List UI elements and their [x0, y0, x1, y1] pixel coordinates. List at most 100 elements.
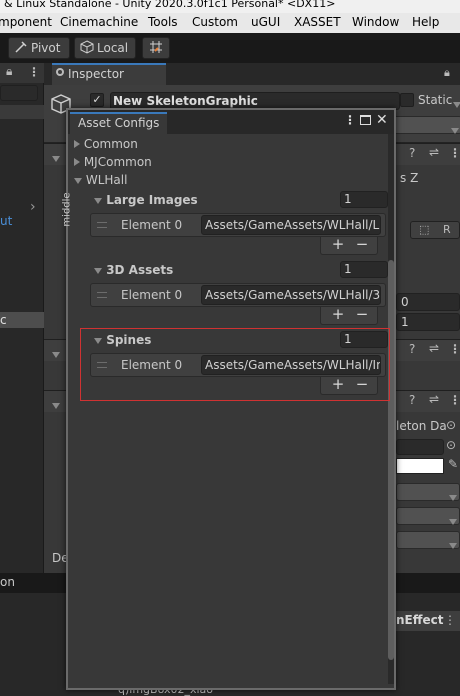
more-menu-icon[interactable]: ⋮ — [28, 65, 40, 79]
lock-icon[interactable]: 🔒︎ — [444, 66, 450, 80]
section-title: Large Images — [106, 193, 198, 207]
eyedropper-icon[interactable]: ✎ — [448, 457, 458, 471]
cube-icon — [80, 40, 94, 54]
add-element-button[interactable]: + — [327, 236, 349, 252]
layer-dropdown[interactable] — [392, 116, 460, 134]
path-field[interactable]: Assets/GameAssets/WLHall/3D — [201, 285, 381, 305]
local-button[interactable]: Local — [74, 37, 136, 59]
menu-help[interactable]: Help — [412, 15, 439, 29]
effect-label: nEffect — [396, 613, 444, 627]
hierarchy-panel: 🔒︎ ⋮ ut › c — [0, 63, 44, 573]
close-icon[interactable]: ✕ — [376, 112, 388, 128]
more-menu-icon[interactable]: ⋮ — [444, 613, 456, 627]
rect-buttons[interactable]: ⬚ R — [410, 221, 460, 239]
section-large-images[interactable]: Large Images — [94, 193, 198, 207]
tree-item-mjcommon[interactable]: MJCommon — [74, 155, 152, 169]
tree-item-label: WLHall — [85, 173, 128, 187]
element-label: Element 0 — [121, 288, 183, 302]
inspector-tab-bar: Inspector 🔒︎ — [44, 63, 460, 85]
menu-tools[interactable]: Tools — [148, 15, 178, 29]
active-checkbox[interactable]: ✓ — [90, 93, 104, 107]
menu-xasset[interactable]: XASSET — [294, 15, 341, 29]
add-component-row[interactable]: nEffect ⋮ — [392, 611, 460, 631]
hierarchy-item-label[interactable]: ut — [0, 214, 12, 228]
preset-icon[interactable]: ⇌ — [429, 145, 439, 159]
help-icon[interactable]: ? — [409, 146, 415, 160]
inspector-tab-label: Inspector — [68, 67, 124, 81]
skeleton-data-label: leton Da — [396, 419, 447, 433]
pivot-icon — [15, 41, 27, 53]
maximize-icon[interactable] — [360, 115, 371, 125]
array-size-field[interactable]: 1 — [340, 191, 388, 208]
remove-element-button[interactable]: − — [351, 236, 373, 252]
tab-asset-configs[interactable]: Asset Configs — [70, 112, 167, 134]
tree-item-label: Common — [83, 137, 138, 151]
more-menu-icon[interactable]: ⋮ — [449, 146, 460, 160]
list-element-row: Element 0 Assets/GameAssets/WLHall/3D — [90, 283, 386, 307]
highlight-box — [80, 328, 390, 401]
side-vertical-label: middle — [61, 192, 73, 227]
more-menu-icon[interactable]: ⋮ — [449, 342, 460, 356]
info-icon — [56, 68, 64, 76]
toolbar: Pivot Local — [0, 33, 460, 63]
field-value: 1 — [401, 315, 409, 329]
scrollbar-thumb[interactable] — [388, 260, 394, 660]
material-field[interactable] — [396, 439, 444, 455]
grid-snap-button[interactable] — [142, 37, 170, 59]
list-footer: + − — [320, 236, 378, 255]
chevron-right-icon[interactable]: › — [30, 199, 36, 215]
collapse-arrow-icon — [94, 268, 102, 274]
hierarchy-selected-label: c — [0, 313, 7, 327]
help-icon[interactable]: ? — [409, 342, 415, 356]
more-menu-icon[interactable]: ⋮ — [449, 393, 460, 407]
blueprint-icon[interactable]: ⬚ — [419, 223, 429, 236]
drag-handle-icon[interactable] — [97, 292, 107, 298]
object-picker-icon[interactable]: ⊙ — [446, 418, 456, 432]
menu-window[interactable]: Window — [352, 15, 399, 29]
preset-icon[interactable]: ⇌ — [429, 341, 439, 355]
window-title-bar: & Linux Standalone - Unity 2020.3.0f1c1 … — [0, 0, 460, 13]
hierarchy-scene-row[interactable] — [0, 105, 44, 119]
array-size-field[interactable]: 1 — [340, 261, 388, 278]
dropdown-1[interactable] — [396, 483, 460, 501]
static-checkbox[interactable] — [400, 93, 414, 107]
hierarchy-header: 🔒︎ ⋮ — [0, 63, 44, 83]
anchor-field-1[interactable]: 1 — [396, 313, 460, 331]
window-tab-label: Asset Configs — [78, 116, 160, 130]
color-field[interactable] — [396, 458, 444, 474]
remove-element-button[interactable]: − — [351, 306, 373, 322]
bottom-tab-label[interactable]: on — [0, 575, 15, 589]
dropdown-3[interactable] — [396, 531, 460, 549]
section-title: 3D Assets — [106, 263, 174, 277]
menu-bar: mponent Cinemachine Tools Custom uGUI XA… — [0, 13, 460, 33]
menu-custom[interactable]: Custom — [192, 15, 238, 29]
grid-icon — [150, 41, 162, 53]
dropdown-2[interactable] — [396, 507, 460, 525]
tree-item-common[interactable]: Common — [74, 137, 138, 151]
static-dropdown-icon[interactable] — [453, 97, 460, 111]
tree-item-label: MJCommon — [83, 155, 152, 169]
lock-icon[interactable]: 🔒︎ — [6, 64, 12, 79]
path-field[interactable]: Assets/GameAssets/WLHall/La — [201, 215, 381, 235]
tab-inspector[interactable]: Inspector — [52, 63, 166, 85]
menu-ugui[interactable]: uGUI — [251, 15, 280, 29]
pivot-button[interactable]: Pivot — [8, 37, 70, 59]
raw-edit-button[interactable]: R — [443, 223, 451, 236]
expand-arrow-icon — [74, 140, 80, 148]
object-picker-icon[interactable]: ⊙ — [446, 438, 456, 452]
hierarchy-selected-item[interactable]: c — [0, 312, 44, 328]
anchor-field-0[interactable]: 0 — [396, 293, 460, 311]
field-value: 0 — [401, 295, 409, 309]
local-label: Local — [97, 41, 129, 55]
expand-arrow-icon — [74, 158, 80, 166]
menu-cinemachine[interactable]: Cinemachine — [60, 15, 138, 29]
hierarchy-search-input[interactable] — [0, 85, 38, 101]
help-icon[interactable]: ? — [409, 393, 415, 407]
tree-item-wlhall[interactable]: WLHall — [74, 173, 127, 187]
menu-component[interactable]: mponent — [0, 15, 52, 29]
add-element-button[interactable]: + — [327, 306, 349, 322]
drag-handle-icon[interactable] — [97, 222, 107, 228]
preset-icon[interactable]: ⇌ — [429, 392, 439, 406]
more-menu-icon[interactable]: ⋮ — [344, 113, 356, 127]
section-3d-assets[interactable]: 3D Assets — [94, 263, 173, 277]
